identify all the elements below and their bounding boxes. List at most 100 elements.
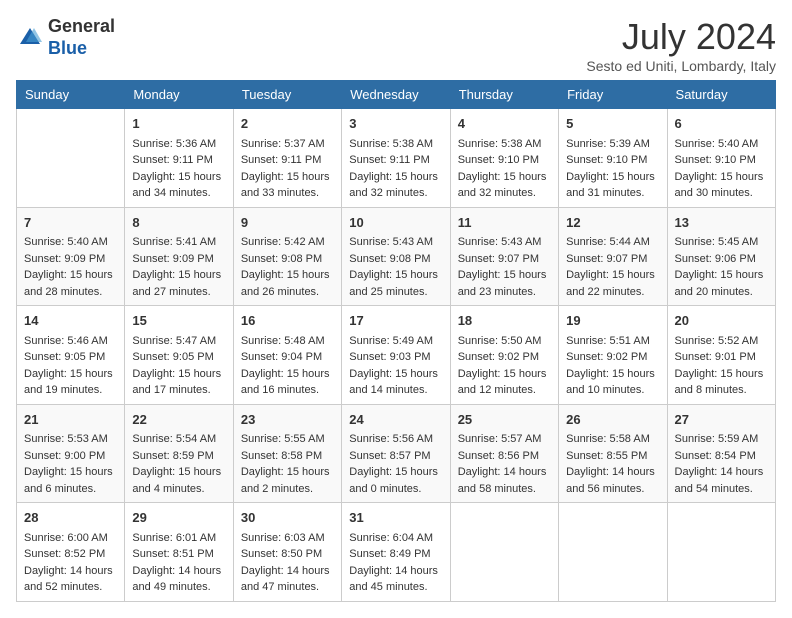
calendar-cell: 8Sunrise: 5:41 AM Sunset: 9:09 PM Daylig… bbox=[125, 207, 233, 306]
logo: General Blue bbox=[16, 16, 115, 59]
calendar-week-row: 7Sunrise: 5:40 AM Sunset: 9:09 PM Daylig… bbox=[17, 207, 776, 306]
calendar-cell: 26Sunrise: 5:58 AM Sunset: 8:55 PM Dayli… bbox=[559, 404, 667, 503]
weekday-header-saturday: Saturday bbox=[667, 81, 775, 109]
day-number: 31 bbox=[349, 508, 442, 528]
cell-content: Sunrise: 5:47 AM Sunset: 9:05 PM Dayligh… bbox=[132, 333, 225, 399]
day-number: 29 bbox=[132, 508, 225, 528]
day-number: 20 bbox=[675, 311, 768, 331]
calendar-cell: 3Sunrise: 5:38 AM Sunset: 9:11 PM Daylig… bbox=[342, 109, 450, 208]
day-number: 17 bbox=[349, 311, 442, 331]
calendar-cell: 7Sunrise: 5:40 AM Sunset: 9:09 PM Daylig… bbox=[17, 207, 125, 306]
weekday-header-thursday: Thursday bbox=[450, 81, 558, 109]
day-number: 11 bbox=[458, 213, 551, 233]
calendar-cell: 19Sunrise: 5:51 AM Sunset: 9:02 PM Dayli… bbox=[559, 306, 667, 405]
day-number: 18 bbox=[458, 311, 551, 331]
weekday-header-sunday: Sunday bbox=[17, 81, 125, 109]
weekday-header-friday: Friday bbox=[559, 81, 667, 109]
day-number: 24 bbox=[349, 410, 442, 430]
calendar-cell: 23Sunrise: 5:55 AM Sunset: 8:58 PM Dayli… bbox=[233, 404, 341, 503]
calendar-cell bbox=[450, 503, 558, 602]
calendar-cell bbox=[667, 503, 775, 602]
cell-content: Sunrise: 5:46 AM Sunset: 9:05 PM Dayligh… bbox=[24, 333, 117, 399]
cell-content: Sunrise: 5:42 AM Sunset: 9:08 PM Dayligh… bbox=[241, 234, 334, 300]
calendar-week-row: 28Sunrise: 6:00 AM Sunset: 8:52 PM Dayli… bbox=[17, 503, 776, 602]
day-number: 16 bbox=[241, 311, 334, 331]
cell-content: Sunrise: 5:39 AM Sunset: 9:10 PM Dayligh… bbox=[566, 136, 659, 202]
cell-content: Sunrise: 5:41 AM Sunset: 9:09 PM Dayligh… bbox=[132, 234, 225, 300]
day-number: 2 bbox=[241, 114, 334, 134]
calendar-cell: 10Sunrise: 5:43 AM Sunset: 9:08 PM Dayli… bbox=[342, 207, 450, 306]
weekday-header-monday: Monday bbox=[125, 81, 233, 109]
weekday-header-row: SundayMondayTuesdayWednesdayThursdayFrid… bbox=[17, 81, 776, 109]
cell-content: Sunrise: 5:54 AM Sunset: 8:59 PM Dayligh… bbox=[132, 431, 225, 497]
cell-content: Sunrise: 5:49 AM Sunset: 9:03 PM Dayligh… bbox=[349, 333, 442, 399]
location-subtitle: Sesto ed Uniti, Lombardy, Italy bbox=[586, 58, 776, 74]
calendar-cell: 27Sunrise: 5:59 AM Sunset: 8:54 PM Dayli… bbox=[667, 404, 775, 503]
calendar-cell: 18Sunrise: 5:50 AM Sunset: 9:02 PM Dayli… bbox=[450, 306, 558, 405]
day-number: 30 bbox=[241, 508, 334, 528]
cell-content: Sunrise: 5:56 AM Sunset: 8:57 PM Dayligh… bbox=[349, 431, 442, 497]
logo-icon bbox=[16, 24, 44, 52]
calendar-week-row: 14Sunrise: 5:46 AM Sunset: 9:05 PM Dayli… bbox=[17, 306, 776, 405]
calendar-week-row: 1Sunrise: 5:36 AM Sunset: 9:11 PM Daylig… bbox=[17, 109, 776, 208]
cell-content: Sunrise: 5:53 AM Sunset: 9:00 PM Dayligh… bbox=[24, 431, 117, 497]
calendar-cell: 17Sunrise: 5:49 AM Sunset: 9:03 PM Dayli… bbox=[342, 306, 450, 405]
day-number: 25 bbox=[458, 410, 551, 430]
day-number: 28 bbox=[24, 508, 117, 528]
cell-content: Sunrise: 6:00 AM Sunset: 8:52 PM Dayligh… bbox=[24, 530, 117, 596]
calendar-cell bbox=[559, 503, 667, 602]
day-number: 4 bbox=[458, 114, 551, 134]
weekday-header-tuesday: Tuesday bbox=[233, 81, 341, 109]
month-year-title: July 2024 bbox=[586, 16, 776, 58]
calendar-cell: 6Sunrise: 5:40 AM Sunset: 9:10 PM Daylig… bbox=[667, 109, 775, 208]
cell-content: Sunrise: 6:01 AM Sunset: 8:51 PM Dayligh… bbox=[132, 530, 225, 596]
weekday-header-wednesday: Wednesday bbox=[342, 81, 450, 109]
day-number: 9 bbox=[241, 213, 334, 233]
calendar-cell bbox=[17, 109, 125, 208]
calendar-table: SundayMondayTuesdayWednesdayThursdayFrid… bbox=[16, 80, 776, 602]
day-number: 27 bbox=[675, 410, 768, 430]
day-number: 15 bbox=[132, 311, 225, 331]
day-number: 5 bbox=[566, 114, 659, 134]
calendar-cell: 21Sunrise: 5:53 AM Sunset: 9:00 PM Dayli… bbox=[17, 404, 125, 503]
day-number: 1 bbox=[132, 114, 225, 134]
calendar-cell: 4Sunrise: 5:38 AM Sunset: 9:10 PM Daylig… bbox=[450, 109, 558, 208]
cell-content: Sunrise: 5:59 AM Sunset: 8:54 PM Dayligh… bbox=[675, 431, 768, 497]
cell-content: Sunrise: 5:58 AM Sunset: 8:55 PM Dayligh… bbox=[566, 431, 659, 497]
logo-blue-text: Blue bbox=[48, 38, 87, 58]
cell-content: Sunrise: 5:36 AM Sunset: 9:11 PM Dayligh… bbox=[132, 136, 225, 202]
cell-content: Sunrise: 5:44 AM Sunset: 9:07 PM Dayligh… bbox=[566, 234, 659, 300]
day-number: 19 bbox=[566, 311, 659, 331]
calendar-cell: 2Sunrise: 5:37 AM Sunset: 9:11 PM Daylig… bbox=[233, 109, 341, 208]
day-number: 6 bbox=[675, 114, 768, 134]
day-number: 7 bbox=[24, 213, 117, 233]
cell-content: Sunrise: 5:52 AM Sunset: 9:01 PM Dayligh… bbox=[675, 333, 768, 399]
cell-content: Sunrise: 5:40 AM Sunset: 9:09 PM Dayligh… bbox=[24, 234, 117, 300]
cell-content: Sunrise: 6:03 AM Sunset: 8:50 PM Dayligh… bbox=[241, 530, 334, 596]
day-number: 23 bbox=[241, 410, 334, 430]
day-number: 22 bbox=[132, 410, 225, 430]
day-number: 13 bbox=[675, 213, 768, 233]
cell-content: Sunrise: 5:38 AM Sunset: 9:10 PM Dayligh… bbox=[458, 136, 551, 202]
cell-content: Sunrise: 5:57 AM Sunset: 8:56 PM Dayligh… bbox=[458, 431, 551, 497]
cell-content: Sunrise: 5:38 AM Sunset: 9:11 PM Dayligh… bbox=[349, 136, 442, 202]
calendar-cell: 22Sunrise: 5:54 AM Sunset: 8:59 PM Dayli… bbox=[125, 404, 233, 503]
logo-general-text: General bbox=[48, 16, 115, 36]
calendar-cell: 16Sunrise: 5:48 AM Sunset: 9:04 PM Dayli… bbox=[233, 306, 341, 405]
day-number: 12 bbox=[566, 213, 659, 233]
day-number: 14 bbox=[24, 311, 117, 331]
calendar-cell: 9Sunrise: 5:42 AM Sunset: 9:08 PM Daylig… bbox=[233, 207, 341, 306]
calendar-cell: 31Sunrise: 6:04 AM Sunset: 8:49 PM Dayli… bbox=[342, 503, 450, 602]
day-number: 10 bbox=[349, 213, 442, 233]
cell-content: Sunrise: 5:51 AM Sunset: 9:02 PM Dayligh… bbox=[566, 333, 659, 399]
cell-content: Sunrise: 5:45 AM Sunset: 9:06 PM Dayligh… bbox=[675, 234, 768, 300]
calendar-cell: 12Sunrise: 5:44 AM Sunset: 9:07 PM Dayli… bbox=[559, 207, 667, 306]
calendar-cell: 13Sunrise: 5:45 AM Sunset: 9:06 PM Dayli… bbox=[667, 207, 775, 306]
day-number: 21 bbox=[24, 410, 117, 430]
calendar-cell: 5Sunrise: 5:39 AM Sunset: 9:10 PM Daylig… bbox=[559, 109, 667, 208]
calendar-cell: 30Sunrise: 6:03 AM Sunset: 8:50 PM Dayli… bbox=[233, 503, 341, 602]
cell-content: Sunrise: 5:40 AM Sunset: 9:10 PM Dayligh… bbox=[675, 136, 768, 202]
calendar-cell: 24Sunrise: 5:56 AM Sunset: 8:57 PM Dayli… bbox=[342, 404, 450, 503]
day-number: 8 bbox=[132, 213, 225, 233]
calendar-cell: 20Sunrise: 5:52 AM Sunset: 9:01 PM Dayli… bbox=[667, 306, 775, 405]
